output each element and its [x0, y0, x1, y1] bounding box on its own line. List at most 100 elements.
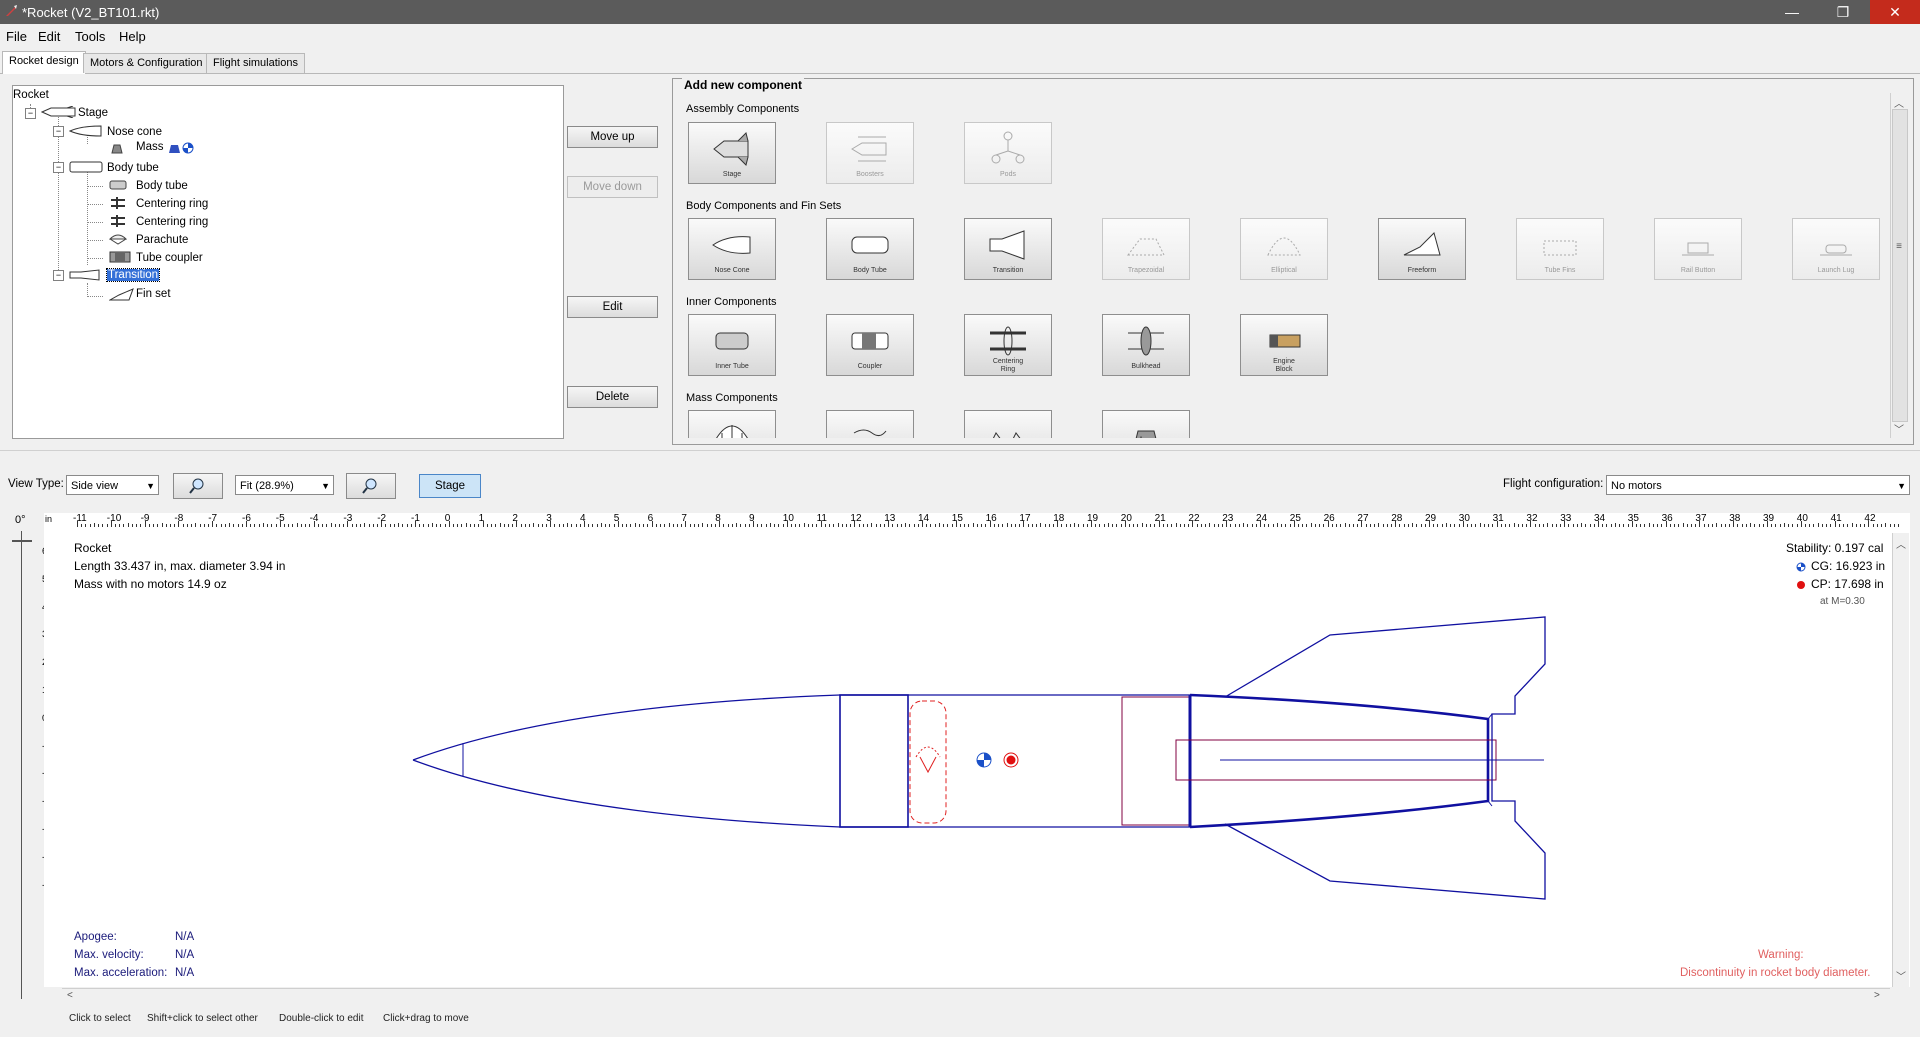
menu-edit[interactable]: Edit	[38, 29, 60, 44]
add-coupler-button[interactable]: Coupler	[826, 314, 914, 376]
ruler-tick-label: 24	[1256, 513, 1268, 524]
tree-item-rocket[interactable]: Rocket	[13, 89, 49, 101]
rotation-slider-track[interactable]	[21, 531, 22, 999]
max-acceleration-value: N/A	[175, 967, 195, 979]
rocket-mass-info: Mass with no motors 14.9 oz	[74, 577, 227, 591]
ruler-tick-label: 10	[782, 513, 794, 524]
add-transition-button[interactable]: Transition	[964, 218, 1052, 280]
tree-item-stage[interactable]: Stage	[78, 107, 108, 119]
trapezoidal-fins-icon	[1127, 238, 1165, 256]
tree-item-centering-ring-1[interactable]: Centering ring	[136, 198, 208, 210]
menu-bar: File Edit Tools Help	[0, 26, 1920, 46]
splitter[interactable]	[0, 450, 1920, 453]
add-launch-lug-button[interactable]: Launch Lug	[1792, 218, 1880, 280]
add-mass-component-button[interactable]: kg	[1102, 410, 1190, 438]
add-panel-scrollbar[interactable]: ︿ ≡ ﹀	[1890, 93, 1908, 438]
collapse-nose-cone-toggle[interactable]: −	[53, 126, 64, 137]
scroll-down-icon[interactable]: ﹀	[1893, 968, 1909, 983]
menu-help[interactable]: Help	[119, 29, 146, 44]
figure-horizontal-scrollbar[interactable]: < >	[62, 988, 1890, 1005]
tree-item-fin-set[interactable]: Fin set	[136, 288, 171, 300]
add-inner-tube-button[interactable]: Inner Tube	[688, 314, 776, 376]
add-parachute-button[interactable]	[688, 410, 776, 438]
scroll-thumb[interactable]	[1892, 109, 1908, 422]
add-bulkhead-button[interactable]: Bulkhead	[1102, 314, 1190, 376]
add-centering-ring-button[interactable]: Centering Ring	[964, 314, 1052, 376]
edit-button[interactable]: Edit	[567, 296, 658, 318]
add-streamer-button[interactable]	[826, 410, 914, 438]
ruler-tick-label: 19	[1087, 513, 1099, 524]
flight-configuration-select[interactable]: No motors ▼	[1606, 475, 1910, 495]
restore-button[interactable]: ❐	[1818, 0, 1868, 24]
tree-item-centering-ring-2[interactable]: Centering ring	[136, 216, 208, 228]
ruler-tick-label: 30	[1458, 513, 1470, 524]
scroll-up-icon[interactable]: ︿	[1893, 536, 1909, 551]
zoom-select[interactable]: Fit (28.9%) ▼	[235, 475, 334, 495]
add-component-title: Add new component	[682, 78, 804, 92]
zoom-out-button[interactable]	[346, 473, 396, 499]
add-boosters-button[interactable]: Boosters	[826, 122, 914, 184]
menu-tools[interactable]: Tools	[75, 29, 105, 44]
ruler-tick-label: 17	[1019, 513, 1031, 524]
move-down-button[interactable]: Move down	[567, 176, 658, 198]
ruler-tick-label: 26	[1323, 513, 1335, 524]
add-tube-fins-button[interactable]: Tube Fins	[1516, 218, 1604, 280]
add-body-tube-button[interactable]: Body Tube	[826, 218, 914, 280]
body-tube-icon	[69, 161, 103, 176]
add-engine-block-button[interactable]: Engine Block	[1240, 314, 1328, 376]
rocket-figure[interactable]: Rocket Length 33.437 in, max. diameter 3…	[44, 527, 1910, 987]
ruler-tick-label: -11	[73, 513, 87, 524]
zoom-in-button[interactable]	[173, 473, 223, 499]
scroll-up-icon[interactable]: ︿	[1891, 95, 1907, 110]
pods-component-icon	[991, 131, 1025, 164]
stage-toggle-button[interactable]: Stage	[419, 474, 481, 498]
tab-rocket-design[interactable]: Rocket design	[2, 51, 86, 74]
transition-icon	[69, 269, 103, 284]
tree-item-tube-coupler[interactable]: Tube coupler	[136, 252, 203, 264]
ruler-tick-label: 40	[1796, 513, 1808, 524]
component-tree[interactable]: Rocket − Stage − Nose cone Mass − Body t…	[12, 85, 564, 439]
move-up-button[interactable]: Move up	[567, 126, 658, 148]
tree-item-mass[interactable]: Mass	[136, 141, 163, 153]
add-stage-button[interactable]: Stage	[688, 122, 776, 184]
scroll-left-icon[interactable]: <	[67, 990, 73, 1001]
minimize-button[interactable]: —	[1767, 0, 1817, 24]
add-pods-button[interactable]: Pods	[964, 122, 1052, 184]
delete-button[interactable]: Delete	[567, 386, 658, 408]
tab-motors-configuration[interactable]: Motors & Configuration	[83, 53, 210, 73]
fin-set-outline	[1224, 616, 1546, 900]
collapse-transition-toggle[interactable]: −	[53, 270, 64, 281]
tree-item-nose-cone[interactable]: Nose cone	[107, 126, 162, 138]
scroll-right-icon[interactable]: >	[1874, 990, 1880, 1001]
ruler-tick-label: 41	[1830, 513, 1842, 524]
rotation-angle-value: 0°	[15, 514, 26, 526]
mass-components-row: kg	[688, 410, 1308, 438]
collapse-body-tube-toggle[interactable]: −	[53, 162, 64, 173]
scroll-down-icon[interactable]: ﹀	[1891, 421, 1907, 436]
figure-vertical-scrollbar[interactable]: ︿ ﹀	[1892, 533, 1909, 987]
tab-flight-simulations[interactable]: Flight simulations	[206, 53, 305, 73]
view-type-label: View Type:	[8, 478, 64, 490]
elliptical-fins-icon	[1267, 237, 1301, 256]
add-freeform-fins-button[interactable]: Freeform	[1378, 218, 1466, 280]
close-button[interactable]: ✕	[1870, 0, 1920, 24]
tree-item-transition[interactable]: Transition	[105, 268, 161, 282]
rocket-drawing[interactable]	[60, 527, 1910, 987]
title-bar: *Rocket (V2_BT101.rkt) — ❐ ✕	[0, 0, 1920, 24]
tree-item-body-tube[interactable]: Body tube	[107, 162, 159, 174]
add-shock-cord-button[interactable]	[964, 410, 1052, 438]
view-type-select[interactable]: Side view ▼	[66, 475, 159, 495]
add-trapezoidal-fins-button[interactable]: Trapezoidal	[1102, 218, 1190, 280]
add-elliptical-fins-button[interactable]: Elliptical	[1240, 218, 1328, 280]
menu-file[interactable]: File	[6, 29, 27, 44]
tree-item-inner-body-tube[interactable]: Body tube	[136, 180, 188, 192]
centering-ring-icon	[109, 215, 127, 230]
collapse-stage-toggle[interactable]: −	[25, 108, 36, 119]
stage-component-icon	[713, 132, 749, 166]
tree-item-parachute[interactable]: Parachute	[136, 234, 188, 246]
rotation-slider-thumb[interactable]	[12, 540, 32, 542]
add-nose-cone-button[interactable]: Nose Cone	[688, 218, 776, 280]
apogee-label: Apogee:	[74, 931, 117, 943]
add-rail-button-button[interactable]: Rail Button	[1654, 218, 1742, 280]
ruler-tick-label: 34	[1594, 513, 1606, 524]
